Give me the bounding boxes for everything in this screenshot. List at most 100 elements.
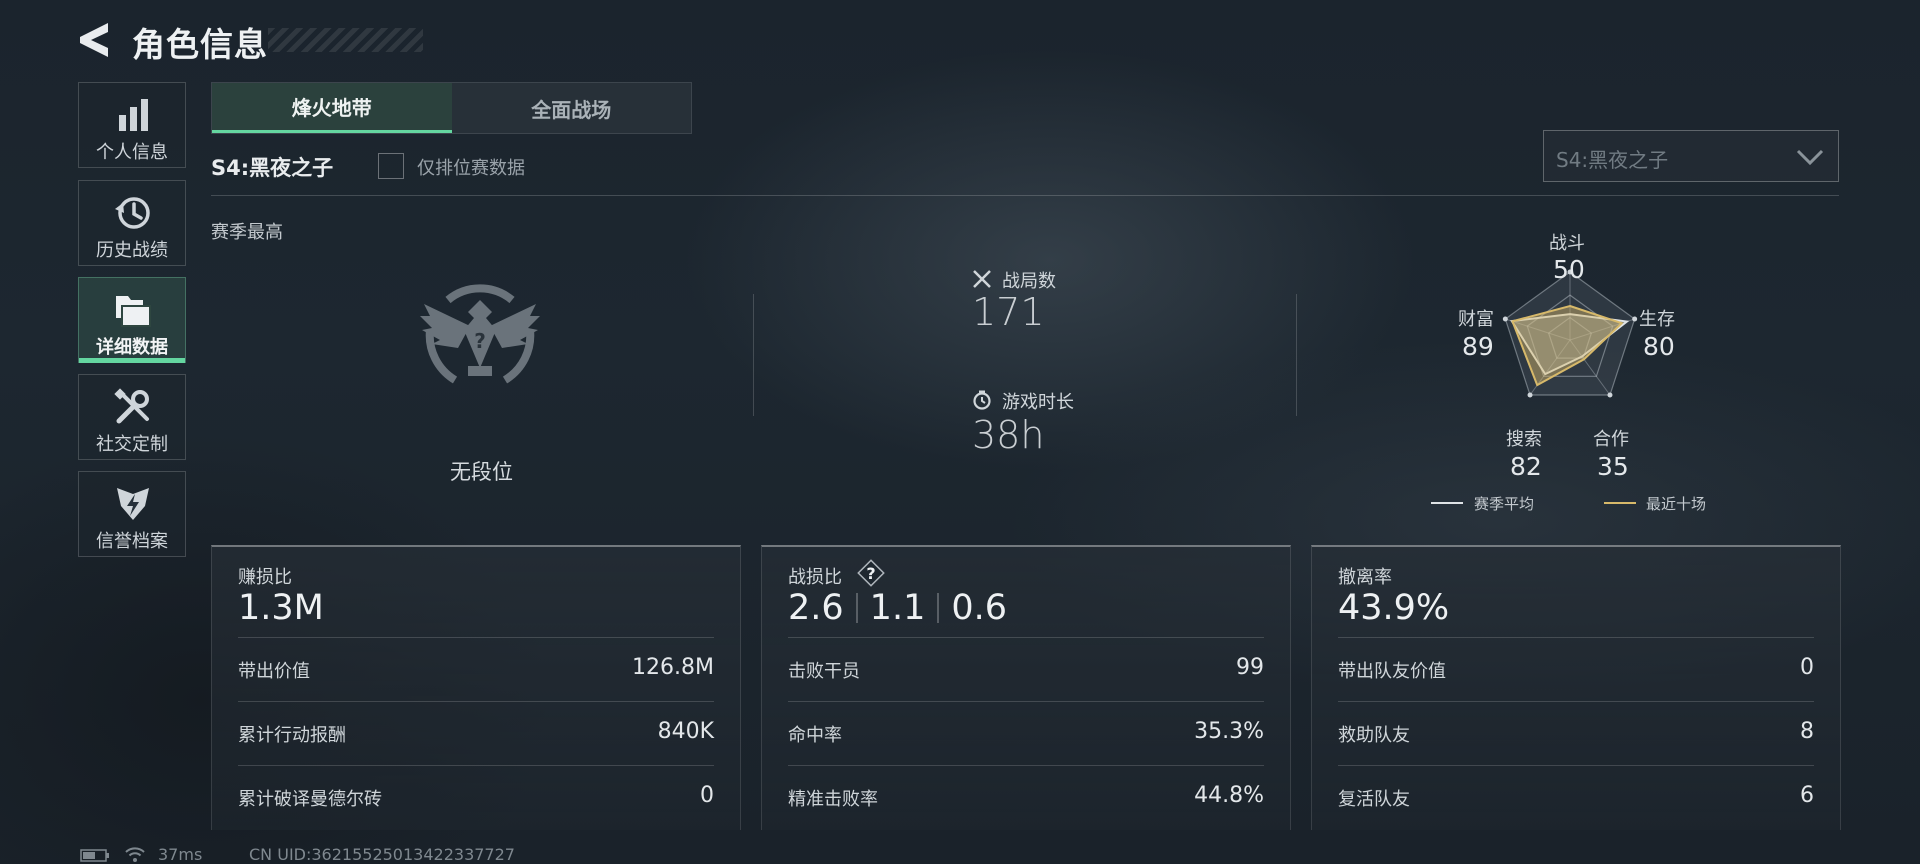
divider [211, 195, 1839, 196]
title-decoration [268, 28, 423, 52]
help-question-icon[interactable]: ? [856, 558, 886, 588]
radar-label-wealth: 财富 [1458, 309, 1494, 330]
card-profit-ratio: 赚损比 1.3M 带出价值 126.8M 累计行动报酬 840K 累计破译曼德尔… [211, 545, 741, 830]
row-label: 精准击败率 [788, 789, 878, 810]
tab-full-battlefield[interactable]: 全面战场 [451, 83, 691, 133]
row-label: 带出队友价值 [1338, 661, 1446, 682]
divider [238, 765, 714, 766]
radar-label-search: 搜索 [1506, 429, 1542, 450]
mode-tabs: 烽火地带 全面战场 [211, 82, 692, 134]
radar-label-survival: 生存 [1639, 309, 1675, 330]
row-value: 35.3% [1194, 719, 1264, 744]
card-kd-ratio: 战损比 2.6 1.1 0.6 击败干员 99 命中率 35.3% 精准击败率 44… [761, 545, 1291, 830]
row-label: 带出价值 [238, 661, 310, 682]
legend-recent: 最近十场 [1646, 495, 1707, 513]
legend-swatch-season-avg [1431, 502, 1463, 504]
kd-value-2: 1.1 [869, 588, 926, 628]
stopwatch-icon [973, 390, 991, 410]
divider [753, 294, 754, 416]
sidebar-item-reputation[interactable]: 信誉档案 [78, 471, 186, 557]
row-label: 命中率 [788, 725, 842, 746]
divider [1296, 294, 1297, 416]
season-select-value: S4:黑夜之子 [1556, 148, 1669, 172]
season-best-label: 赛季最高 [211, 222, 283, 243]
divider [788, 701, 1264, 702]
radar-value-combat: 50 [1553, 255, 1585, 284]
value-separator [855, 593, 858, 623]
season-name: S4:黑夜之子 [211, 156, 334, 180]
tab-fire-zone[interactable]: 烽火地带 [212, 83, 452, 133]
row-label: 累计破译曼德尔砖 [238, 789, 382, 810]
sidebar-item-history[interactable]: 历史战绩 [78, 180, 186, 266]
row-value: 840K [657, 719, 714, 744]
card-head: 战损比 [788, 567, 842, 588]
season-select[interactable]: S4:黑夜之子 [1543, 130, 1839, 182]
sidebar-item-label: 社交定制 [96, 434, 168, 455]
radar-vertex-dot [1502, 316, 1508, 322]
sidebar-item-label: 信誉档案 [96, 531, 168, 552]
radar-label-combat: 战斗 [1549, 233, 1585, 254]
rank-emblem-icon: ? [420, 284, 540, 384]
svg-text:?: ? [866, 564, 875, 583]
divider [1338, 637, 1814, 638]
back-arrow-icon[interactable] [78, 20, 112, 60]
ranked-only-label: 仅排位赛数据 [417, 158, 525, 179]
divider [238, 637, 714, 638]
divider [788, 765, 1264, 766]
row-value: 8 [1800, 719, 1814, 744]
tools-icon [114, 388, 149, 424]
card-head: 撤离率 [1338, 567, 1392, 588]
card-extraction-rate: 撤离率 43.9% 带出队友价值 0 救助队友 8 复活队友 6 [1311, 545, 1841, 830]
sidebar-item-social[interactable]: 社交定制 [78, 374, 186, 460]
divider [788, 637, 1264, 638]
ping-readout: 37ms [158, 845, 203, 864]
sidebar-item-label: 历史战绩 [96, 240, 168, 261]
legend-swatch-recent [1604, 502, 1636, 504]
chevron-down-icon [1796, 149, 1824, 166]
sidebar-item-detailed-data[interactable]: 详细数据 [78, 277, 186, 363]
matches-value: 171 [972, 290, 1045, 334]
kd-value-3: 0.6 [951, 588, 1008, 628]
active-indicator [79, 358, 185, 363]
playtime-value: 38h [972, 413, 1045, 457]
row-value: 44.8% [1194, 783, 1264, 808]
row-value: 0 [700, 783, 714, 808]
row-label: 救助队友 [1338, 725, 1410, 746]
folders-icon [116, 296, 151, 327]
player-uid: CN UID:36215525013422337727 [249, 845, 515, 864]
kd-value-1: 2.6 [788, 588, 844, 628]
rank-name: 无段位 [450, 460, 513, 484]
radar-value-survival: 80 [1643, 332, 1675, 361]
divider [1338, 701, 1814, 702]
radar-value-search: 82 [1510, 452, 1542, 481]
sidebar-item-label: 详细数据 [96, 337, 168, 358]
history-clock-icon [115, 197, 150, 229]
divider [238, 701, 714, 702]
wifi-icon [125, 847, 145, 862]
sidebar-item-label: 个人信息 [96, 142, 168, 163]
radar-vertex-dot [1527, 392, 1533, 398]
row-value: 6 [1800, 783, 1814, 808]
row-label: 累计行动报酬 [238, 725, 346, 746]
page-title: 角色信息 [132, 25, 268, 64]
radar-label-teamwork: 合作 [1593, 429, 1629, 450]
bar-chart-icon [119, 99, 148, 131]
card-big-value: 43.9% [1338, 588, 1450, 628]
playtime-label: 游戏时长 [1002, 392, 1074, 413]
battery-icon [80, 849, 109, 862]
radar-value-teamwork: 35 [1597, 452, 1629, 481]
radar-value-wealth: 89 [1462, 332, 1494, 361]
ranked-only-checkbox[interactable] [378, 153, 404, 179]
card-big-value: 1.3M [238, 588, 324, 628]
value-separator [937, 593, 940, 623]
svg-text:?: ? [474, 329, 486, 353]
sidebar-item-personal-info[interactable]: 个人信息 [78, 82, 186, 168]
row-value: 126.8M [632, 655, 714, 680]
row-label: 击败干员 [788, 661, 860, 682]
radar-vertex-dot [1607, 392, 1613, 398]
row-value: 0 [1800, 655, 1814, 680]
row-label: 复活队友 [1338, 789, 1410, 810]
legend-season-avg: 赛季平均 [1474, 495, 1535, 513]
radar-chart [1502, 269, 1638, 398]
card-head: 赚损比 [238, 567, 292, 588]
